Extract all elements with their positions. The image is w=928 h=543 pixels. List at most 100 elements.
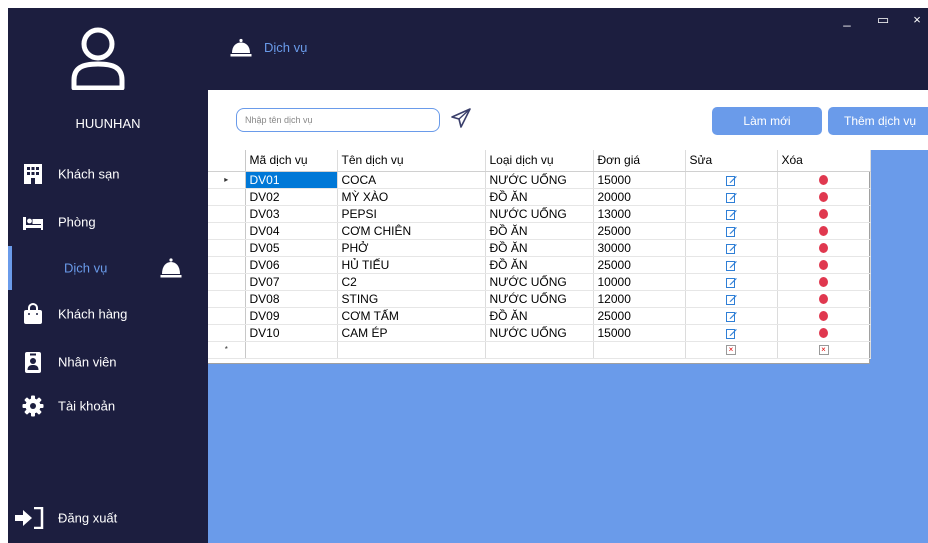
- send-icon[interactable]: [450, 107, 472, 129]
- edit-icon[interactable]: [725, 209, 737, 220]
- table-cell[interactable]: STING: [337, 290, 486, 308]
- search-input[interactable]: [236, 108, 440, 132]
- new-row[interactable]: * × ×: [208, 341, 871, 359]
- table-row[interactable]: DV10 CAM ÉP NƯỚC UỐNG 15000: [208, 324, 871, 342]
- edit-icon[interactable]: [725, 226, 737, 237]
- table-cell[interactable]: ĐỒ ĂN: [485, 222, 594, 240]
- table-cell[interactable]: CƠM CHIÊN: [337, 222, 486, 240]
- edit-cell[interactable]: [685, 222, 778, 240]
- row-header[interactable]: [208, 188, 246, 206]
- table-row[interactable]: DV06 HỦ TIẾU ĐỒ ĂN 25000: [208, 256, 871, 274]
- table-cell[interactable]: DV06: [245, 256, 338, 274]
- minimize-button[interactable]: _: [836, 12, 858, 30]
- edit-icon[interactable]: [725, 192, 737, 203]
- delete-cell[interactable]: [777, 324, 871, 342]
- delete-icon[interactable]: [819, 243, 828, 254]
- delete-cell[interactable]: [777, 256, 871, 274]
- table-cell[interactable]: 13000: [593, 205, 686, 223]
- table-cell[interactable]: COCA: [337, 171, 486, 189]
- table-cell[interactable]: 10000: [593, 273, 686, 291]
- table-cell[interactable]: DV10: [245, 324, 338, 342]
- table-row[interactable]: ▸ DV01 COCA NƯỚC UỐNG 15000: [208, 171, 871, 189]
- table-row[interactable]: DV08 STING NƯỚC UỐNG 12000: [208, 290, 871, 308]
- row-header[interactable]: [208, 324, 246, 342]
- column-header[interactable]: Mã dịch vụ: [245, 150, 338, 172]
- table-cell[interactable]: MỲ XÀO: [337, 188, 486, 206]
- table-cell[interactable]: 12000: [593, 290, 686, 308]
- column-header[interactable]: Sửa: [685, 150, 778, 172]
- table-cell[interactable]: [593, 341, 686, 359]
- table-cell[interactable]: C2: [337, 273, 486, 291]
- table-cell[interactable]: DV01: [245, 171, 338, 189]
- table-cell[interactable]: 25000: [593, 222, 686, 240]
- row-header[interactable]: [208, 222, 246, 240]
- row-header[interactable]: *: [208, 341, 246, 359]
- delete-icon[interactable]: [819, 192, 828, 203]
- edit-cell[interactable]: [685, 171, 778, 189]
- delete-icon[interactable]: [819, 328, 828, 339]
- column-header[interactable]: Xóa: [777, 150, 871, 172]
- table-row[interactable]: DV05 PHỞ ĐỒ ĂN 30000: [208, 239, 871, 257]
- table-row[interactable]: DV02 MỲ XÀO ĐỒ ĂN 20000: [208, 188, 871, 206]
- delete-cell[interactable]: [777, 239, 871, 257]
- delete-icon[interactable]: [819, 260, 828, 271]
- maximize-button[interactable]: ▭: [872, 12, 894, 30]
- table-cell[interactable]: 25000: [593, 256, 686, 274]
- edit-cell[interactable]: [685, 290, 778, 308]
- edit-cell[interactable]: [685, 273, 778, 291]
- delete-cell[interactable]: ×: [777, 341, 871, 359]
- edit-icon[interactable]: [725, 294, 737, 305]
- delete-cell[interactable]: [777, 205, 871, 223]
- edit-icon[interactable]: [725, 311, 737, 322]
- table-row[interactable]: DV03 PEPSI NƯỚC UỐNG 13000: [208, 205, 871, 223]
- logout-button[interactable]: Đăng xuất: [8, 496, 208, 540]
- column-header[interactable]: Loại dịch vụ: [485, 150, 594, 172]
- row-header[interactable]: [208, 273, 246, 291]
- sidebar-item-customers[interactable]: Khách hàng: [8, 292, 208, 336]
- table-cell[interactable]: DV02: [245, 188, 338, 206]
- table-cell[interactable]: 30000: [593, 239, 686, 257]
- table-cell[interactable]: 25000: [593, 307, 686, 325]
- sidebar-item-hotel[interactable]: Khách sạn: [8, 152, 208, 196]
- edit-icon[interactable]: [725, 175, 737, 186]
- table-cell[interactable]: NƯỚC UỐNG: [485, 273, 594, 291]
- edit-cell[interactable]: [685, 239, 778, 257]
- table-cell[interactable]: [245, 341, 338, 359]
- table-cell[interactable]: PHỞ: [337, 239, 486, 257]
- table-cell[interactable]: ĐỒ ĂN: [485, 188, 594, 206]
- column-header[interactable]: Tên dịch vụ: [337, 150, 486, 172]
- add-service-button[interactable]: Thêm dịch vụ: [828, 107, 928, 135]
- edit-cell[interactable]: [685, 256, 778, 274]
- refresh-button[interactable]: Làm mới: [712, 107, 822, 135]
- delete-cell[interactable]: [777, 273, 871, 291]
- table-cell[interactable]: [337, 341, 486, 359]
- table-cell[interactable]: CƠM TẤM: [337, 307, 486, 325]
- row-header[interactable]: [208, 307, 246, 325]
- sidebar-item-room[interactable]: Phòng: [8, 200, 208, 244]
- table-cell[interactable]: 20000: [593, 188, 686, 206]
- table-cell[interactable]: [485, 341, 594, 359]
- sidebar-item-staff[interactable]: Nhân viên: [8, 340, 208, 384]
- table-cell[interactable]: CAM ÉP: [337, 324, 486, 342]
- edit-cell[interactable]: [685, 188, 778, 206]
- table-cell[interactable]: DV03: [245, 205, 338, 223]
- edit-cell[interactable]: ×: [685, 341, 778, 359]
- table-cell[interactable]: PEPSI: [337, 205, 486, 223]
- edit-cell[interactable]: [685, 307, 778, 325]
- column-header[interactable]: Đơn giá: [593, 150, 686, 172]
- table-cell[interactable]: DV07: [245, 273, 338, 291]
- table-cell[interactable]: NƯỚC UỐNG: [485, 205, 594, 223]
- edit-icon[interactable]: [725, 260, 737, 271]
- table-cell[interactable]: 15000: [593, 324, 686, 342]
- delete-icon[interactable]: [819, 175, 828, 186]
- row-header[interactable]: ▸: [208, 171, 246, 189]
- row-header[interactable]: [208, 239, 246, 257]
- sidebar-item-account[interactable]: Tài khoản: [8, 384, 208, 428]
- table-cell[interactable]: ĐỒ ĂN: [485, 239, 594, 257]
- edit-icon[interactable]: [725, 243, 737, 254]
- table-row[interactable]: DV09 CƠM TẤM ĐỒ ĂN 25000: [208, 307, 871, 325]
- table-cell[interactable]: NƯỚC UỐNG: [485, 324, 594, 342]
- table-cell[interactable]: DV05: [245, 239, 338, 257]
- edit-icon[interactable]: [725, 328, 737, 339]
- services-grid[interactable]: Mã dịch vụ Tên dịch vụ Loại dịch vụ Đơn …: [208, 150, 871, 364]
